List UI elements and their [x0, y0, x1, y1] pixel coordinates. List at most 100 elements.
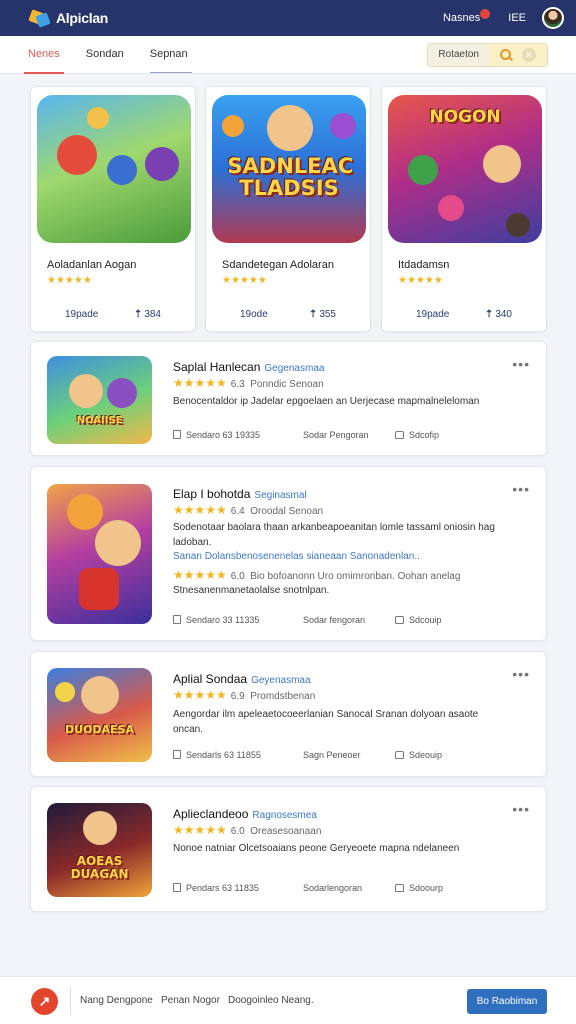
item-footer-label: Sodarlengoran	[303, 883, 363, 893]
footer-link[interactable]: Nang Dengpone	[80, 995, 153, 1006]
game-thumbnail[interactable]	[47, 484, 152, 624]
item-rating: ★★★★★ 6.9 Promdstbenan	[173, 688, 316, 702]
list-item[interactable]: DUODAESA Aplial Sondaa Geyenasmaa ••• ★★★…	[30, 651, 547, 777]
item-title: Saplal Hanlecan Gegenasmaa	[173, 360, 325, 374]
like-button[interactable]: Sdcouip	[395, 615, 442, 625]
app-logo-icon[interactable]	[28, 9, 52, 28]
item-description: Benocentaldor ip Jadelar epgoelaen an Ue…	[173, 396, 480, 407]
like-button[interactable]: Sdcofip	[395, 430, 439, 440]
tab-nenes[interactable]: Nenes	[24, 36, 64, 74]
featured-stat-left: 19pade	[65, 309, 99, 320]
character-art	[107, 155, 137, 185]
character-art	[145, 147, 179, 181]
list-item[interactable]: AOEAS DUAGAN Aplieclandeoo Ragnosesmea ••…	[30, 786, 547, 912]
clear-icon[interactable]: ✕	[521, 47, 536, 62]
featured-card-2[interactable]: SADNLEAC TLADSIS Sdandetegan Adolaran ★★…	[205, 86, 371, 332]
tab-sondan[interactable]: Sondan	[86, 36, 124, 74]
like-button[interactable]: Sdeouip	[395, 750, 442, 760]
thumbs-up-icon	[395, 884, 404, 892]
item-footer-stat: Pendars 63 11835	[173, 883, 303, 893]
arrow-up-icon: ⇡	[484, 309, 494, 320]
search-box[interactable]: Rotaeton ✕	[427, 42, 548, 67]
game-thumbnail[interactable]: AOEAS DUAGAN	[47, 803, 152, 897]
featured-title: Sdandetegan Adolaran	[222, 259, 334, 271]
more-options-icon[interactable]: •••	[512, 666, 530, 682]
document-icon	[173, 430, 181, 439]
game-art-logo: SADNLEAC TLADSIS	[227, 154, 354, 201]
notification-badge-icon[interactable]	[480, 9, 491, 19]
featured-title: Aoladanlan Aogan	[47, 259, 137, 271]
tab-hover-underline	[150, 72, 192, 73]
item-footer: Sendaro 33 11335 Sodar fengoran Sdcouip	[173, 615, 506, 625]
list-item[interactable]: NOAIISE Saplal Hanlecan Gegenasmaa ••• ★★…	[30, 341, 547, 456]
more-options-icon[interactable]: •••	[512, 481, 530, 497]
user-code[interactable]: IEE	[508, 12, 526, 24]
document-icon	[173, 883, 181, 892]
item-footer-label: Sagn Peneoer	[303, 750, 361, 760]
more-options-icon[interactable]: •••	[512, 801, 530, 817]
item-description: Aengordar ilm apeleaetocoeerlanian Sanoc…	[173, 709, 479, 735]
avatar[interactable]	[542, 7, 564, 29]
tab-bar: Nenes Sondan Sepnan Rotaeton ✕	[0, 36, 576, 74]
search-label[interactable]: Rotaeton	[428, 43, 489, 66]
top-right-controls: Nasnes IEE	[443, 7, 564, 29]
character-art	[483, 145, 521, 183]
item-footer-label: Sodar Pengoran	[303, 430, 369, 440]
game-thumbnail[interactable]: DUODAESA	[47, 668, 152, 762]
item-title: Aplial Sondaa Geyenasmaa	[173, 672, 311, 686]
item-link[interactable]: Sanan Dolansbenosenenelas sianeaan Sanon…	[173, 549, 506, 564]
game-art-logo: NOAIISE	[76, 415, 123, 426]
item-footer-label: Sodar fengoran	[303, 615, 366, 625]
divider	[70, 987, 71, 1015]
user-name[interactable]: Nasnes	[443, 12, 480, 24]
bottom-bar: ↗ Nang Dengpone Penan Nogor Doogoinleo N…	[0, 976, 576, 1024]
game-art-logo: DUODAESA	[64, 723, 134, 736]
item-description: Sodenotaar baolara thaan arkanbeapoeanit…	[173, 522, 495, 548]
search-controls: ✕	[489, 43, 547, 66]
game-art-logo: NOGON	[429, 107, 501, 127]
like-button[interactable]: Sdoourp	[395, 883, 443, 893]
more-options-icon[interactable]: •••	[512, 356, 530, 372]
thumbs-up-icon	[395, 431, 404, 439]
character-art	[222, 115, 244, 137]
game-thumbnail[interactable]: NOAIISE	[47, 356, 152, 444]
character-art	[69, 374, 103, 408]
footer-link[interactable]: Doogoinleo Neang.	[228, 995, 314, 1006]
character-art	[107, 378, 137, 408]
featured-stat-right: ⇡ 340	[484, 309, 512, 320]
item-title: Elap I bohotda Seginasmal	[173, 487, 307, 501]
featured-game-art: NOGON	[388, 95, 542, 243]
featured-stat-right: ⇡ 355	[308, 309, 336, 320]
document-icon	[173, 750, 181, 759]
footer-action-button[interactable]: Bo Raobiman	[467, 989, 547, 1014]
character-art	[330, 113, 356, 139]
featured-card-3[interactable]: NOGON Itdadamsn ★★★★★ 19pade ⇡ 340	[381, 86, 547, 332]
item-footer: Sendaro 63 19335 Sodar Pengoran Sdcofip	[173, 430, 506, 440]
item-footer-stat: Sendaro 33 11335	[173, 615, 303, 625]
arrow-up-icon: ⇡	[133, 309, 143, 320]
list-item[interactable]: Elap I bohotda Seginasmal ••• ★★★★★ 6.4 Or…	[30, 466, 547, 641]
item-description-secondary: Stnesanenmanetaolalse snotnlpan.	[173, 585, 330, 596]
search-icon[interactable]	[500, 49, 512, 60]
featured-game-art: SADNLEAC TLADSIS	[212, 95, 366, 243]
item-rating: ★★★★★ 6.4 Oroodal Senoan	[173, 503, 324, 517]
character-art	[506, 213, 530, 237]
character-art	[67, 494, 103, 530]
featured-game-art	[37, 95, 191, 243]
featured-card-1[interactable]: Aoladanlan Aogan ★★★★★ 19pade ⇡ 384	[30, 86, 196, 332]
item-rating: ★★★★★ 6.0 Oreasesoanaan	[173, 823, 322, 837]
item-title: Aplieclandeoo Ragnosesmea	[173, 807, 317, 821]
app-title: Alpiclan	[56, 10, 109, 26]
featured-title: Itdadamsn	[398, 259, 450, 271]
character-art	[57, 135, 97, 175]
tab-sepnan[interactable]: Sepnan	[150, 36, 188, 74]
star-rating: ★★★★★	[222, 275, 267, 286]
character-art	[95, 520, 141, 566]
top-bar: Alpiclan Nasnes IEE	[0, 0, 576, 36]
footer-logo-icon[interactable]: ↗	[31, 988, 58, 1015]
character-art	[438, 195, 464, 221]
featured-stat-right: ⇡ 384	[133, 309, 161, 320]
arrow-up-icon: ⇡	[308, 309, 318, 320]
footer-link[interactable]: Penan Nogor	[161, 995, 220, 1006]
item-rating-secondary: ★★★★★ 6.0 Bio bofoanonn Uro omimronban. O…	[173, 568, 461, 582]
